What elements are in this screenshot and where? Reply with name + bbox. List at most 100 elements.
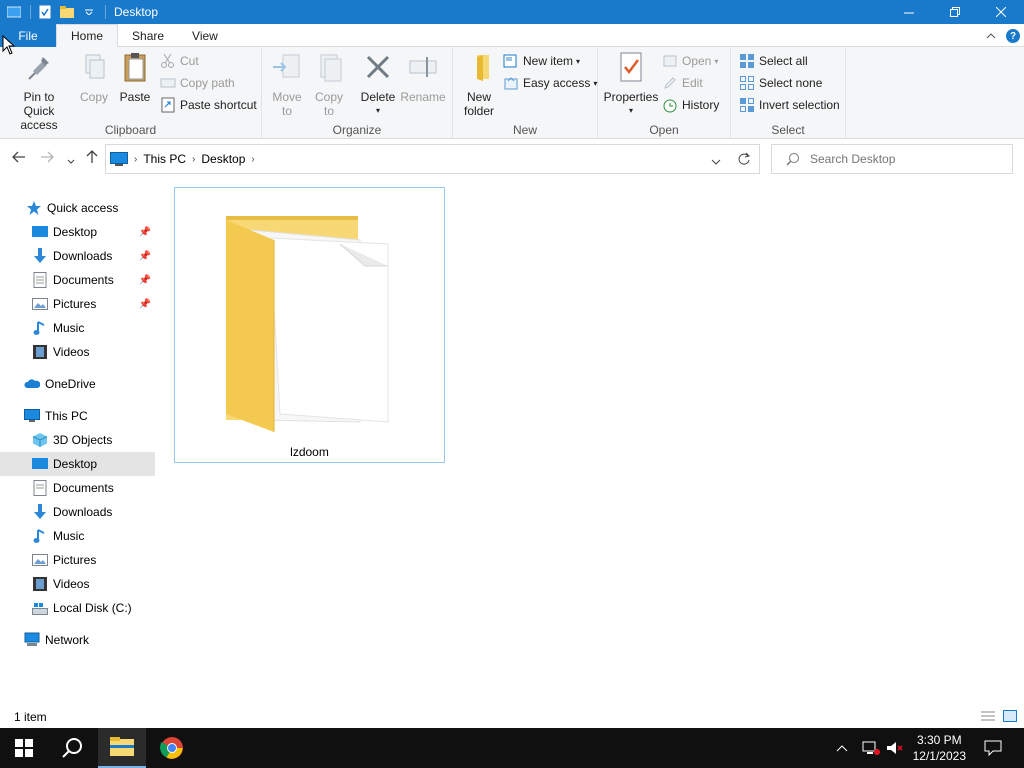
breadcrumb-desktop[interactable]: Desktop — [201, 152, 245, 166]
nav-pc-desktop[interactable]: Desktop — [0, 452, 155, 476]
nav-label: OneDrive — [45, 377, 96, 391]
qat-separator — [30, 5, 31, 19]
details-view-icon[interactable] — [980, 709, 996, 723]
help-icon[interactable]: ? — [1006, 29, 1020, 43]
nav-qa-pictures[interactable]: Pictures 📌 — [0, 292, 155, 316]
pin-icon[interactable]: 📌 — [139, 275, 151, 286]
delete-label: Delete — [360, 90, 396, 104]
nav-qa-videos[interactable]: Videos — [0, 340, 155, 364]
forward-arrow-icon[interactable] — [40, 150, 54, 166]
copy-path-button[interactable]: Copy path — [160, 73, 235, 93]
nav-label: Pictures — [53, 297, 97, 311]
nav-pc-videos[interactable]: Videos — [0, 572, 155, 596]
minimize-button[interactable] — [886, 0, 932, 24]
nav-label: Music — [53, 529, 85, 543]
explorer-app-icon[interactable] — [6, 4, 22, 20]
copy-to-button[interactable]: Copy to — [312, 51, 346, 118]
tab-share[interactable]: Share — [118, 24, 178, 47]
easy-access-button[interactable]: Easy access ▾ — [503, 73, 597, 93]
select-none-label: Select none — [759, 76, 823, 90]
breadcrumb-chevron-icon[interactable]: › — [192, 154, 195, 165]
volume-tray-icon[interactable] — [886, 728, 904, 768]
copy-button[interactable]: Copy — [76, 51, 112, 104]
network-icon — [24, 632, 40, 646]
properties-label: Properties — [603, 90, 659, 104]
show-hidden-icons-chevron[interactable] — [836, 728, 848, 768]
paste-shortcut-button[interactable]: Paste shortcut — [160, 95, 257, 115]
pin-quick-access-button[interactable]: Pin to Quick access — [4, 51, 74, 132]
pin-icon[interactable]: 📌 — [139, 299, 151, 310]
nav-this-pc[interactable]: This PC — [0, 404, 155, 428]
documents-icon — [33, 480, 47, 496]
history-button[interactable]: History — [662, 95, 719, 115]
notifications-icon[interactable] — [984, 728, 1002, 768]
properties-check-icon[interactable] — [37, 4, 53, 20]
search-box[interactable] — [771, 144, 1013, 174]
new-folder-icon[interactable] — [59, 4, 75, 20]
tab-home[interactable]: Home — [56, 24, 119, 48]
address-bar[interactable]: › This PC › Desktop › — [105, 144, 760, 174]
breadcrumb-chevron-icon[interactable]: › — [134, 154, 137, 165]
nav-pc-3d-objects[interactable]: 3D Objects — [0, 428, 155, 452]
onedrive-cloud-icon — [24, 379, 40, 388]
address-dropdown-icon[interactable] — [711, 154, 721, 168]
search-input[interactable] — [810, 152, 1010, 166]
file-explorer-taskbar-button[interactable] — [98, 728, 146, 768]
nav-pc-music[interactable]: Music — [0, 524, 155, 548]
open-button[interactable]: Open ▾ — [662, 51, 718, 71]
pin-icon[interactable]: 📌 — [139, 227, 151, 238]
up-arrow-icon[interactable] — [86, 150, 98, 167]
quick-access-toolbar: Desktop — [0, 0, 158, 24]
breadcrumb-this-pc[interactable]: This PC — [143, 152, 186, 166]
breadcrumb-chevron-icon[interactable]: › — [251, 154, 254, 165]
nav-label: Pictures — [53, 553, 97, 567]
delete-button[interactable]: Delete ▾ — [358, 51, 398, 118]
rename-icon — [409, 57, 437, 77]
chevron-down-icon: ▾ — [576, 56, 581, 66]
nav-pc-downloads[interactable]: Downloads — [0, 500, 155, 524]
folder-item-lzdoom[interactable]: lzdoom — [174, 187, 445, 463]
nav-onedrive[interactable]: OneDrive — [0, 372, 155, 396]
select-none-button[interactable]: Select none — [739, 73, 822, 93]
nav-pc-local-disk[interactable]: Local Disk (C:) — [0, 596, 155, 620]
refresh-icon[interactable] — [737, 152, 751, 169]
new-item-button[interactable]: New item ▾ — [503, 51, 580, 71]
nav-pc-documents[interactable]: Documents — [0, 476, 155, 500]
start-button[interactable] — [0, 728, 48, 768]
nav-pc-pictures[interactable]: Pictures — [0, 548, 155, 572]
search-taskbar-button[interactable] — [48, 728, 96, 768]
chevron-down-icon[interactable] — [81, 4, 97, 20]
properties-button[interactable]: Properties ▾ — [602, 51, 660, 118]
large-icons-view-icon[interactable] — [1002, 709, 1018, 723]
taskbar-clock[interactable]: 3:30 PM 12/1/2023 — [913, 732, 966, 764]
paste-shortcut-label: Paste shortcut — [180, 98, 257, 112]
minimize-ribbon-icon[interactable] — [986, 33, 996, 39]
download-arrow-icon — [34, 504, 46, 519]
edit-button[interactable]: Edit — [662, 73, 703, 93]
rename-button[interactable]: Rename — [400, 51, 446, 104]
chrome-taskbar-button[interactable] — [148, 728, 196, 768]
select-all-button[interactable]: Select all — [739, 51, 808, 71]
scissors-icon — [161, 53, 174, 68]
tab-view[interactable]: View — [178, 24, 232, 47]
new-folder-button[interactable]: New folder — [459, 51, 499, 118]
new-item-icon — [503, 54, 517, 68]
nav-qa-music[interactable]: Music — [0, 316, 155, 340]
nav-label: Desktop — [53, 225, 98, 239]
recent-locations-chevron-icon[interactable] — [67, 152, 75, 168]
nav-network[interactable]: Network — [0, 628, 155, 652]
close-button[interactable] — [978, 0, 1024, 24]
move-to-button[interactable]: Move to — [270, 51, 304, 118]
pin-icon[interactable]: 📌 — [139, 251, 151, 262]
paste-button[interactable]: Paste — [116, 51, 154, 104]
nav-quick-access[interactable]: Quick access — [0, 196, 155, 220]
title-bar: Desktop — [0, 0, 1024, 24]
cut-button[interactable]: Cut — [160, 51, 199, 71]
back-arrow-icon[interactable] — [12, 150, 26, 166]
restore-button[interactable] — [932, 0, 978, 24]
invert-selection-button[interactable]: Invert selection — [739, 95, 840, 115]
nav-qa-documents[interactable]: Documents 📌 — [0, 268, 155, 292]
nav-qa-downloads[interactable]: Downloads 📌 — [0, 244, 155, 268]
nav-qa-desktop[interactable]: Desktop 📌 — [0, 220, 155, 244]
network-tray-icon[interactable] — [862, 728, 880, 768]
